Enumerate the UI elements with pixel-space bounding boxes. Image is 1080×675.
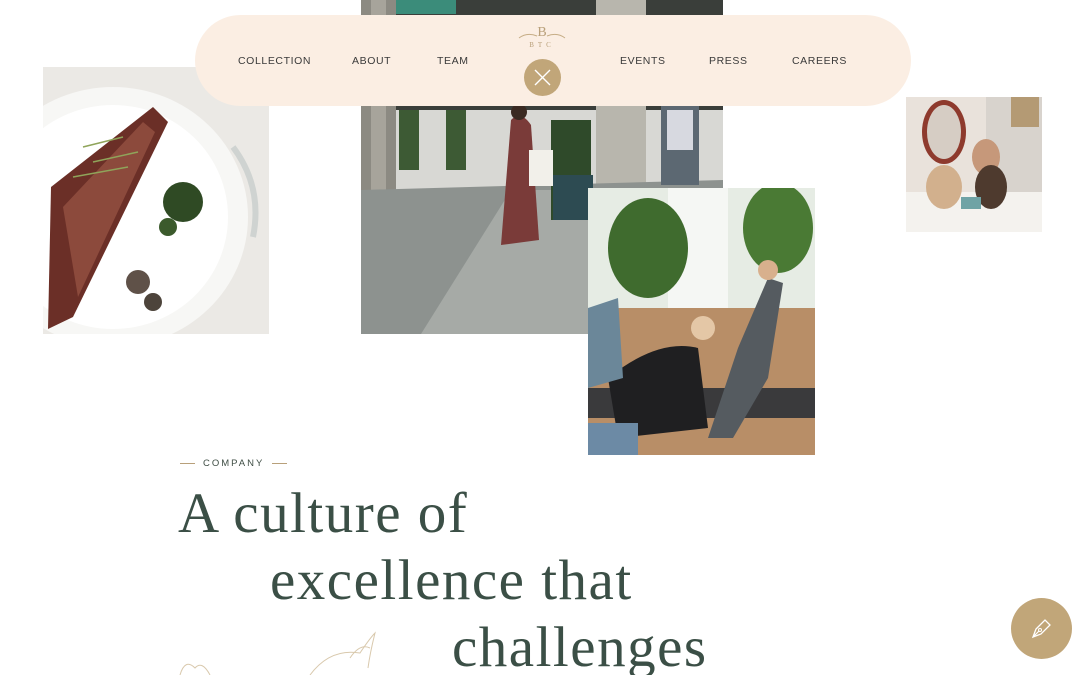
bedroom-photo <box>906 97 1042 232</box>
nav-item-team[interactable]: TEAM <box>437 55 469 67</box>
yoga-photo <box>588 188 815 455</box>
nav-item-collection[interactable]: COLLECTION <box>238 55 311 67</box>
logo-leaves-icon <box>518 33 566 39</box>
floating-pen-button[interactable] <box>1011 598 1072 659</box>
close-menu-button[interactable] <box>524 59 561 96</box>
nav-item-events[interactable]: EVENTS <box>620 55 666 67</box>
close-icon <box>534 69 551 86</box>
headline-line-3: challenges <box>452 616 708 675</box>
nav-item-press[interactable]: PRESS <box>709 55 748 67</box>
food-photo <box>43 67 269 334</box>
nav-item-about[interactable]: ABOUT <box>352 55 391 67</box>
pen-icon <box>1031 619 1051 639</box>
decorative-line-art <box>179 631 376 675</box>
label-dash <box>180 462 195 464</box>
main-navigation: COLLECTION ABOUT TEAM B BTC EVENTS PRESS… <box>195 15 911 106</box>
nav-item-careers[interactable]: CAREERS <box>792 55 847 67</box>
headline-line-2: excellence that <box>270 549 633 612</box>
headline-line-1: A culture of <box>178 482 469 545</box>
section-label: COMPANY <box>180 457 288 469</box>
label-dash <box>272 462 288 464</box>
section-label-text: COMPANY <box>203 457 265 469</box>
brand-logo[interactable]: B BTC <box>513 26 571 56</box>
